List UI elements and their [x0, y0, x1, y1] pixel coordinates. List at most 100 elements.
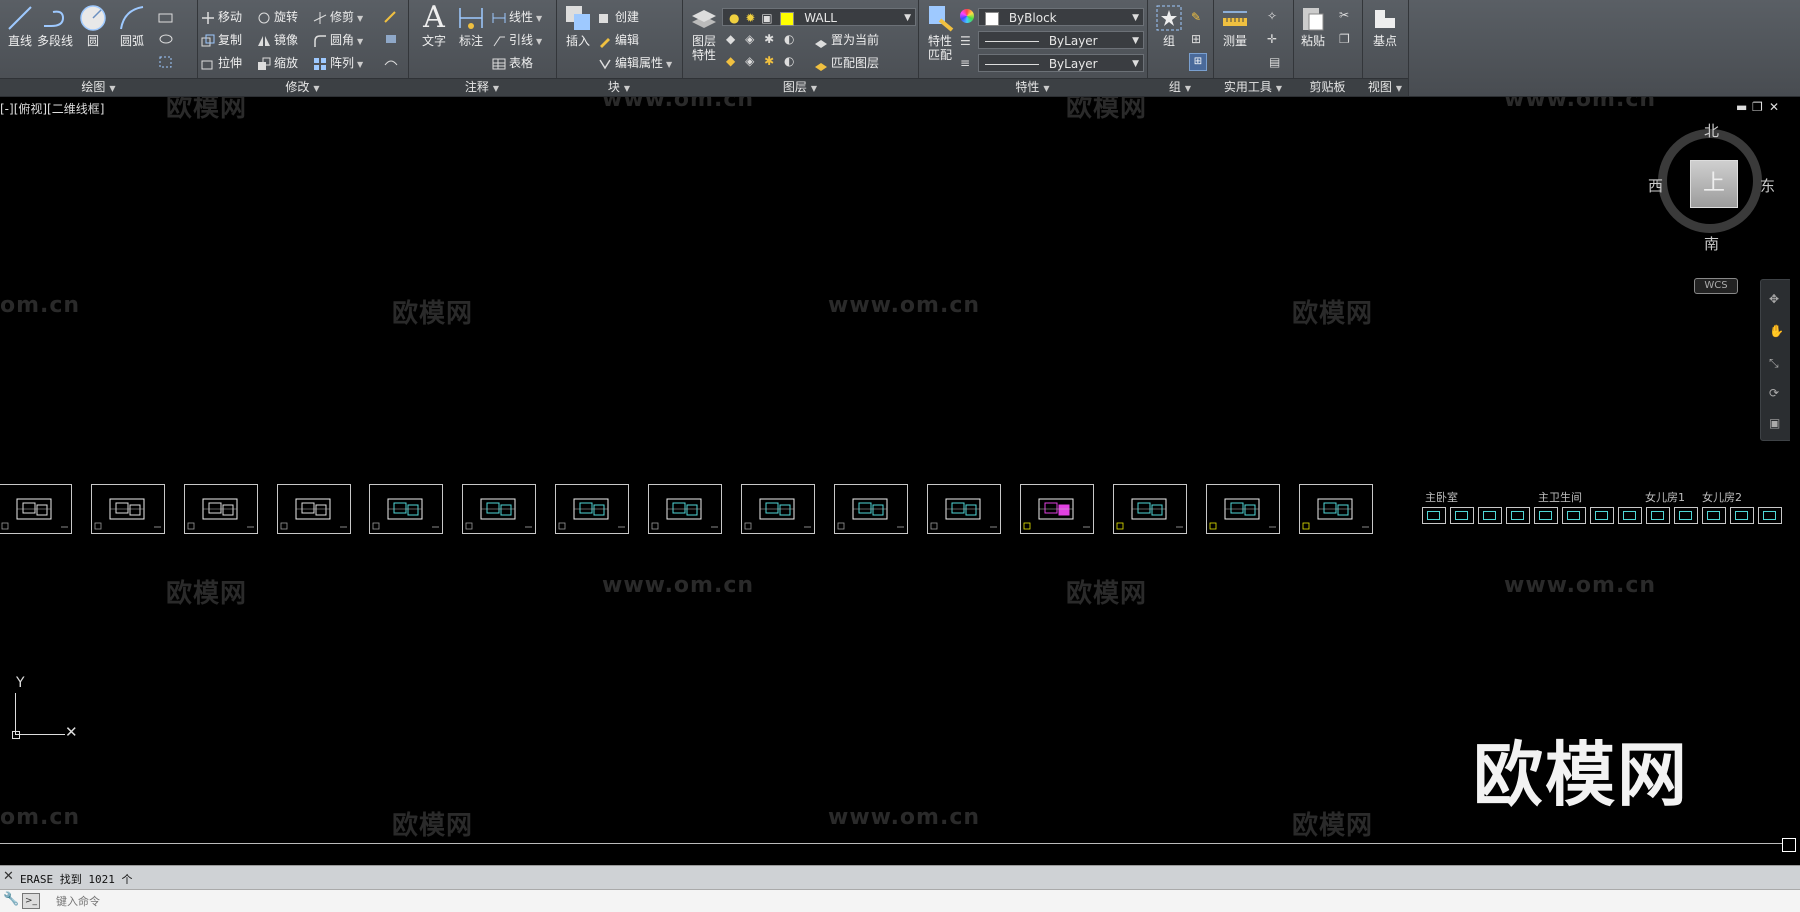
dimension-tool[interactable]: 标注 [451, 4, 491, 48]
scale-tool[interactable]: 缩放 [257, 53, 298, 73]
restore-icon[interactable]: ❐ [1752, 100, 1763, 114]
match-layer-tool[interactable]: 匹配图层 [814, 53, 879, 73]
arc-tool[interactable]: 圆弧 [112, 4, 152, 48]
copy-tool[interactable]: 复制 [201, 30, 242, 50]
layer-lock-icon[interactable]: ◐ [784, 32, 794, 46]
drawing-sheet[interactable] [462, 484, 536, 534]
drawing-sheet[interactable] [1113, 484, 1187, 534]
mini-drawing-sheet[interactable] [1730, 507, 1754, 524]
panel-title-properties[interactable]: 特性 ▼ [918, 78, 1147, 96]
calculator-icon[interactable]: ▤ [1269, 55, 1280, 69]
layer-freeze-icon[interactable]: ✱ [764, 32, 774, 46]
mini-drawing-sheet[interactable] [1506, 507, 1530, 524]
paste-tool[interactable]: 粘贴 [1293, 4, 1333, 48]
circle-tool[interactable]: 圆 [73, 4, 113, 48]
mini-drawing-sheet[interactable] [1534, 507, 1558, 524]
color-wheel-icon[interactable] [960, 9, 974, 23]
linear-dim-tool[interactable]: 线性 ▼ [492, 7, 542, 27]
panel-title-groups[interactable]: 组 ▼ [1147, 78, 1213, 96]
group-edit-icon[interactable]: ⊞ [1191, 32, 1201, 46]
compass-south[interactable]: 南 [1704, 233, 1719, 254]
table-tool[interactable]: 表格 [492, 53, 533, 73]
fillet-tool[interactable]: 圆角 ▼ [313, 30, 363, 50]
drawing-sheet[interactable] [277, 484, 351, 534]
mini-drawing-sheet[interactable] [1646, 507, 1670, 524]
drawing-sheet[interactable] [1299, 484, 1373, 534]
drawing-sheet[interactable] [1020, 484, 1094, 534]
drawing-sheet[interactable] [927, 484, 1001, 534]
quick-select-icon[interactable]: ✧ [1267, 9, 1277, 23]
drawing-sheet[interactable] [0, 484, 72, 534]
layer-properties-tool[interactable]: 图层 特性 [684, 4, 724, 62]
close-icon[interactable]: ✕ [3, 869, 14, 884]
leader-tool[interactable]: 引线 ▼ [492, 30, 542, 50]
command-line[interactable]: 🔧 >_ [0, 889, 1800, 912]
drawing-sheet[interactable] [741, 484, 815, 534]
orbit-icon[interactable]: ⟳ [1769, 386, 1779, 400]
linetype-dropdown[interactable]: ByLayer ▼ [978, 31, 1144, 49]
compass-east[interactable]: 东 [1760, 175, 1775, 196]
panel-title-modify[interactable]: 修改 ▼ [197, 78, 408, 96]
viewport-resize-handle[interactable] [1782, 838, 1796, 852]
create-block-tool[interactable]: 创建 [598, 7, 639, 27]
hatch-icon[interactable] [158, 33, 174, 45]
linetype-icon[interactable]: ☰ [960, 34, 971, 48]
trim-tool[interactable]: 修剪 ▼ [313, 7, 363, 27]
close-icon[interactable]: ✕ [1769, 100, 1779, 114]
viewcube[interactable]: 上 北 南 西 东 [1648, 122, 1776, 253]
zoom-icon[interactable]: ⤡ [1769, 356, 1779, 371]
match-properties-tool[interactable]: 特性 匹配 [920, 4, 960, 62]
move-tool[interactable]: 移动 [201, 7, 242, 27]
array-tool[interactable]: 阵列 ▼ [313, 53, 363, 73]
mini-drawing-sheet[interactable] [1618, 507, 1642, 524]
lineweight-icon[interactable]: ≡ [960, 56, 970, 70]
ungroup-icon[interactable]: ✎ [1191, 10, 1201, 24]
minimize-icon[interactable]: ▬ [1736, 100, 1747, 114]
panel-title-layers[interactable]: 图层 ▼ [682, 78, 918, 96]
insert-tool[interactable]: 插入 [558, 4, 598, 48]
mini-drawing-sheet[interactable] [1422, 507, 1446, 524]
layer-previous-icon[interactable]: ◈ [745, 54, 754, 68]
boundary-icon[interactable] [158, 55, 174, 69]
rectangle-icon[interactable] [158, 12, 174, 24]
polyline-tool[interactable]: 多段线 [35, 4, 75, 48]
mini-drawing-sheet[interactable] [1450, 507, 1474, 524]
make-current-tool[interactable]: 置为当前 [814, 30, 879, 50]
stretch-tool[interactable]: 拉伸 [201, 53, 242, 73]
pan-icon[interactable]: ✋ [1769, 324, 1784, 338]
line-tool[interactable]: 直线 [0, 4, 40, 48]
layer-match-icon[interactable]: ◆ [726, 54, 735, 68]
panel-title-utilities[interactable]: 实用工具 ▼ [1213, 78, 1293, 96]
lineweight-dropdown[interactable]: ByLayer ▼ [978, 54, 1144, 72]
mini-drawing-sheet[interactable] [1758, 507, 1782, 524]
text-tool[interactable]: A 文字 [414, 3, 454, 49]
drawing-viewport[interactable]: [-][俯视][二维线框] ▬ ❐ ✕ 欧模网 www.om.cn 欧模网 ww… [0, 97, 1790, 857]
compass-west[interactable]: 西 [1648, 175, 1663, 196]
offset-icon[interactable] [383, 55, 399, 69]
layer-off-icon[interactable]: ◆ [726, 32, 735, 46]
drawing-sheet[interactable] [91, 484, 165, 534]
steering-wheel-icon[interactable]: ✥ [1769, 292, 1779, 306]
customize-icon[interactable]: 🔧 [3, 892, 19, 907]
panel-title-block[interactable]: 块 ▼ [556, 78, 682, 96]
point-id-icon[interactable]: ✛ [1267, 32, 1277, 46]
mini-drawing-sheet[interactable] [1562, 507, 1586, 524]
measure-tool[interactable]: 测量 [1215, 4, 1255, 48]
mini-drawing-sheet[interactable] [1674, 507, 1698, 524]
drawing-sheet[interactable] [648, 484, 722, 534]
edit-block-tool[interactable]: 编辑 [598, 30, 639, 50]
explode-icon[interactable] [383, 32, 399, 46]
erase-icon[interactable] [383, 10, 399, 24]
viewport-controls-label[interactable]: [-][俯视][二维线框] [0, 100, 104, 117]
command-prompt-icon[interactable]: >_ [22, 893, 40, 909]
viewcube-top-face[interactable]: 上 [1690, 160, 1738, 208]
layer-walk-icon[interactable]: ✱ [764, 54, 774, 68]
panel-title-draw[interactable]: 绘图 ▼ [0, 78, 197, 96]
group-tool[interactable]: 组 [1149, 4, 1189, 48]
compass-north[interactable]: 北 [1704, 120, 1719, 141]
panel-title-view[interactable]: 视图 ▼ [1362, 78, 1408, 96]
layer-unlock-icon[interactable]: ◐ [784, 54, 794, 68]
showmotion-icon[interactable]: ▣ [1769, 416, 1780, 430]
layer-dropdown[interactable]: ● ✹ ▣ WALL ▼ [722, 8, 916, 26]
color-dropdown[interactable]: ByBlock ▼ [978, 8, 1144, 26]
